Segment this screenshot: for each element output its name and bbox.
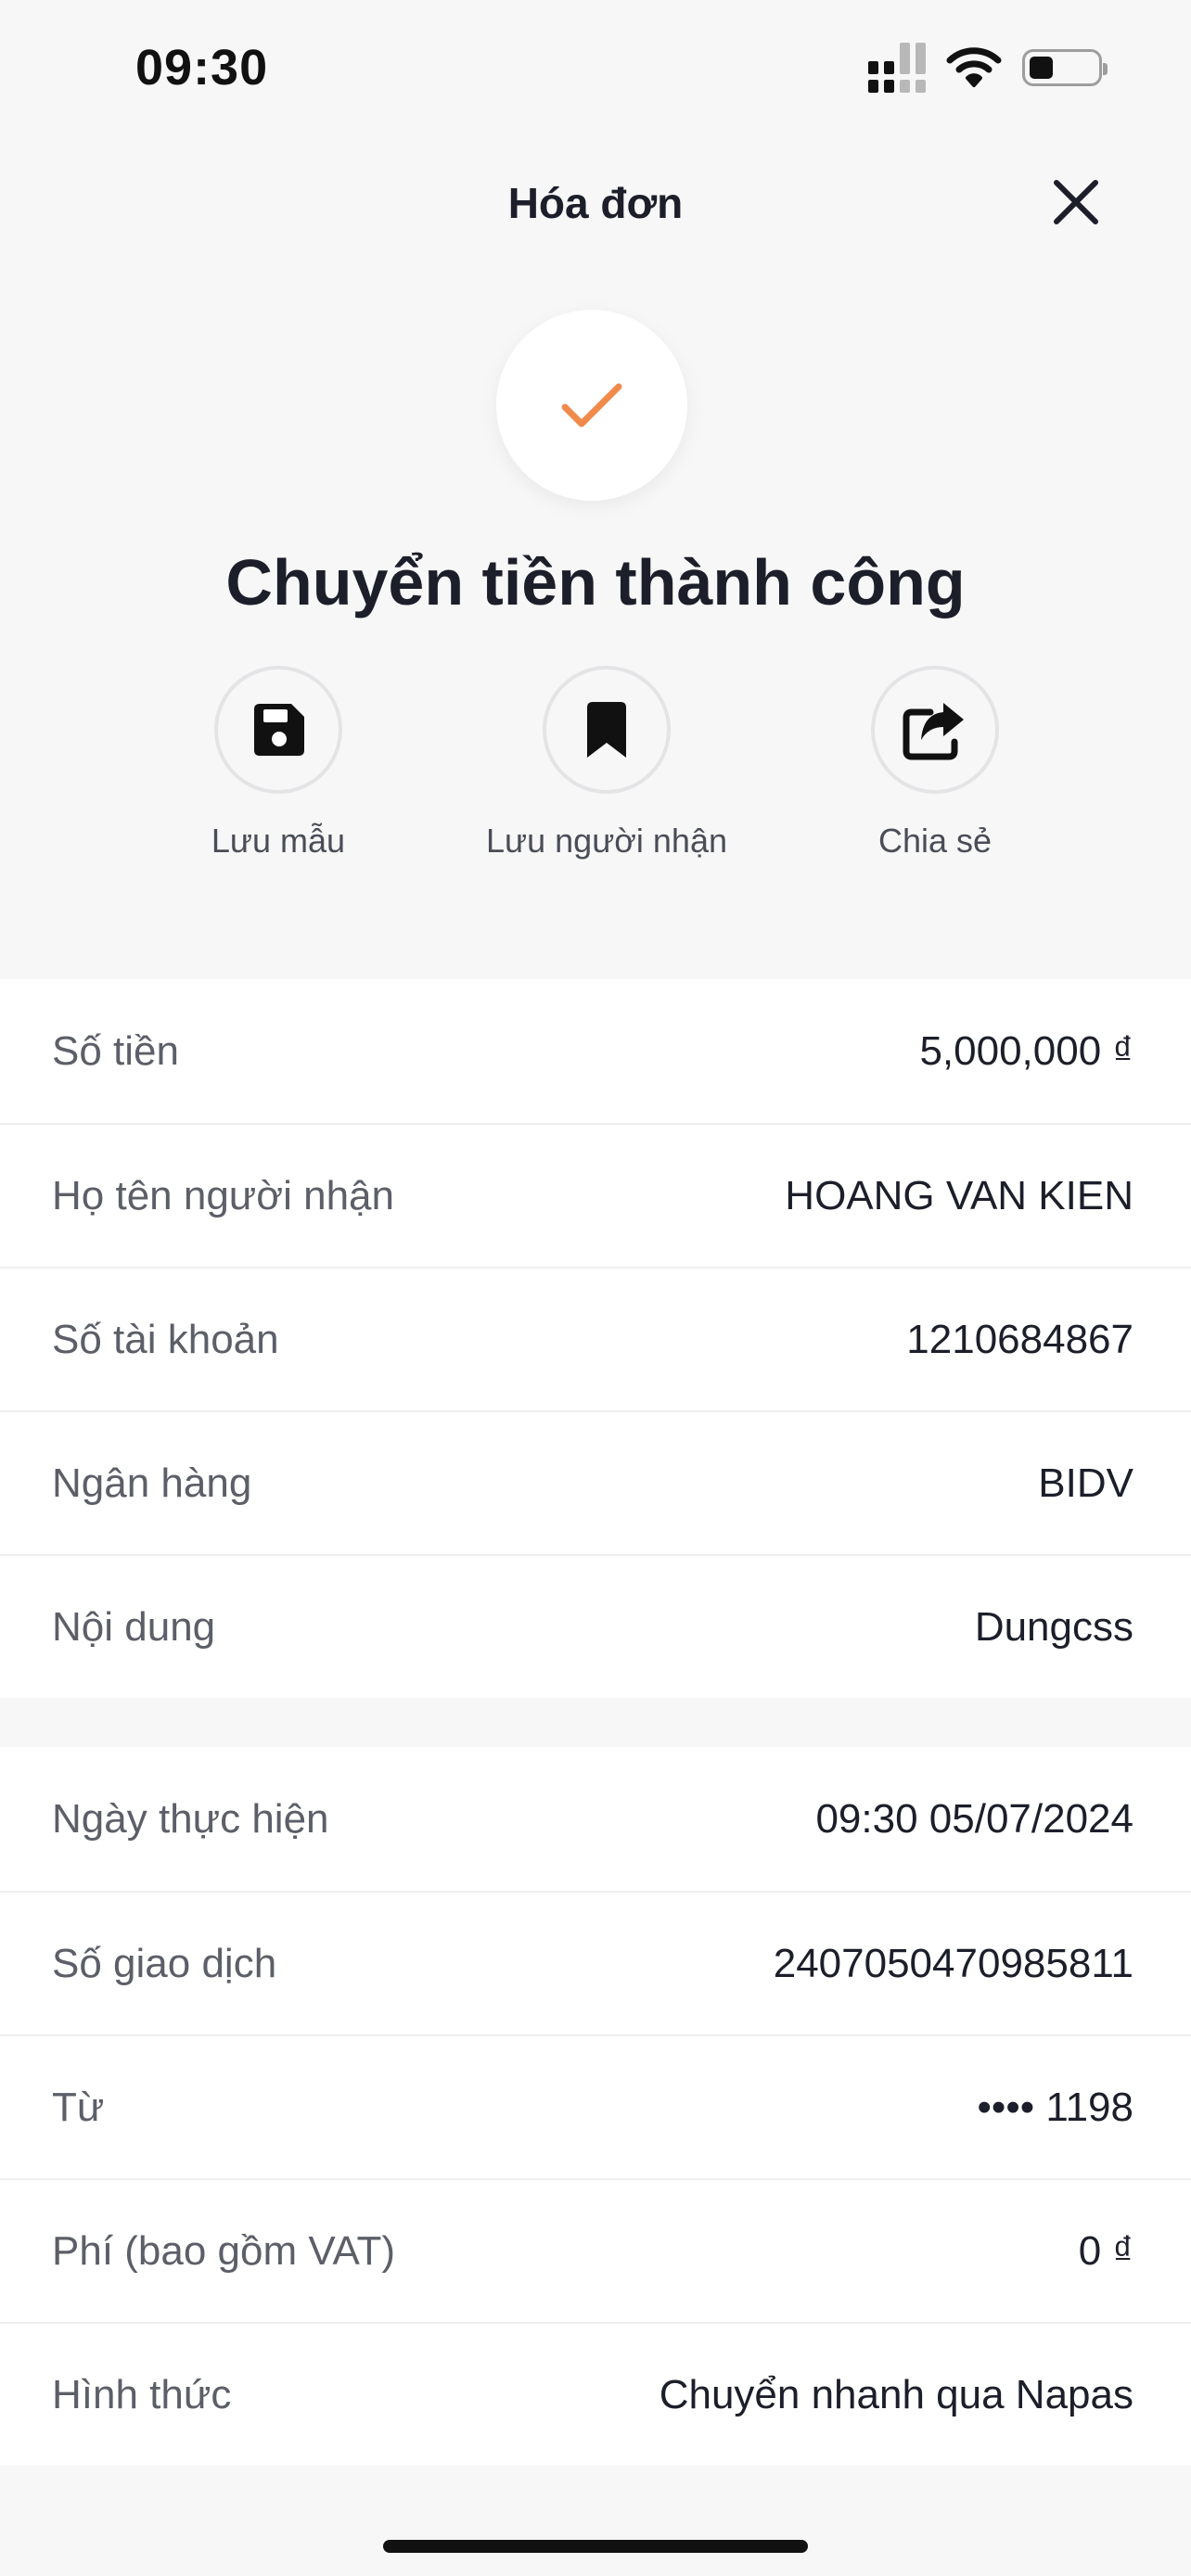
method-label: Hình thức xyxy=(52,2371,232,2417)
account-number-value: 1210684867 xyxy=(906,1316,1133,1362)
amount-value: 5,000,000 ₫ xyxy=(919,1027,1133,1074)
recipient-name-value: HOANG VAN KIEN xyxy=(785,1172,1133,1218)
recipient-details-card: Số tiền 5,000,000 ₫ Họ tên người nhận HO… xyxy=(0,979,1191,1698)
save-recipient-icon-circle xyxy=(543,666,671,794)
detail-row-amount: Số tiền 5,000,000 ₫ xyxy=(0,979,1191,1123)
transaction-details-card: Ngày thực hiện 09:30 05/07/2024 Số giao … xyxy=(0,1747,1191,2466)
detail-row-content: Nội dung Dungcss xyxy=(0,1554,1191,1698)
cellular-signal-icon xyxy=(868,43,926,93)
detail-row-method: Hình thức Chuyển nhanh qua Napas xyxy=(0,2322,1191,2466)
success-indicator xyxy=(496,310,687,501)
share-label: Chia sẻ xyxy=(877,822,992,860)
detail-row-account-number: Số tài khoản 1210684867 xyxy=(0,1267,1191,1410)
share-icon xyxy=(903,703,964,760)
action-bar: Lưu mẫu Lưu người nhận Chia sẻ xyxy=(0,666,1191,870)
recipient-name-label: Họ tên người nhận xyxy=(52,1172,394,1218)
close-button[interactable] xyxy=(1046,172,1106,232)
home-indicator[interactable] xyxy=(383,2540,808,2553)
close-icon xyxy=(1054,180,1098,224)
save-template-button[interactable]: Lưu mẫu xyxy=(111,666,445,861)
wifi-icon xyxy=(946,47,1002,87)
detail-row-date: Ngày thực hiện 09:30 05/07/2024 xyxy=(0,1747,1191,1891)
success-title: Chuyển tiền thành công xyxy=(225,546,966,618)
save-recipient-button[interactable]: Lưu người nhận xyxy=(440,666,774,861)
detail-row-from: Từ •••• 1198 xyxy=(0,2034,1191,2178)
save-template-icon-circle xyxy=(214,666,342,794)
from-value: •••• 1198 xyxy=(977,2084,1133,2130)
content-value: Dungcss xyxy=(974,1603,1133,1650)
detail-row-recipient-name: Họ tên người nhận HOANG VAN KIEN xyxy=(0,1123,1191,1267)
from-label: Từ xyxy=(52,2084,105,2130)
save-recipient-label: Lưu người nhận xyxy=(486,822,727,860)
transaction-id-value: 2407050470985811 xyxy=(773,1940,1133,1986)
detail-row-bank: Ngân hàng BIDV xyxy=(0,1410,1191,1554)
amount-label: Số tiền xyxy=(52,1027,179,1074)
detail-row-fee: Phí (bao gồm VAT) 0 ₫ xyxy=(0,2178,1191,2322)
date-label: Ngày thực hiện xyxy=(52,1795,329,1842)
date-value: 09:30 05/07/2024 xyxy=(815,1795,1133,1842)
account-number-label: Số tài khoản xyxy=(52,1316,279,1362)
share-button[interactable]: Chia sẻ xyxy=(768,666,1102,861)
fee-value: 0 ₫ xyxy=(1078,2227,1133,2274)
bank-value: BIDV xyxy=(1038,1460,1133,1506)
fee-label: Phí (bao gồm VAT) xyxy=(52,2227,396,2274)
status-bar: 09:30 xyxy=(0,0,1191,139)
save-template-label: Lưu mẫu xyxy=(211,822,346,860)
bank-label: Ngân hàng xyxy=(52,1460,252,1506)
page-title: Hóa đơn xyxy=(507,179,684,227)
share-icon-circle xyxy=(871,666,999,794)
check-icon xyxy=(561,383,622,427)
floppy-disk-icon xyxy=(254,704,304,756)
method-value: Chuyển nhanh qua Napas xyxy=(659,2371,1133,2417)
status-time: 09:30 xyxy=(135,40,269,96)
status-icons xyxy=(868,43,1108,93)
content-label: Nội dung xyxy=(52,1603,216,1650)
header: Hóa đơn xyxy=(0,167,1191,236)
transaction-id-label: Số giao dịch xyxy=(52,1940,277,1986)
bookmark-icon xyxy=(587,702,626,758)
battery-icon xyxy=(1022,49,1108,86)
detail-row-transaction-id: Số giao dịch 2407050470985811 xyxy=(0,1891,1191,2034)
